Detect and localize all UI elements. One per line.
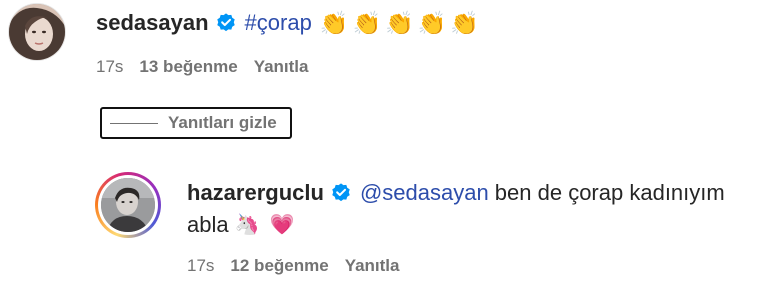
comment-2-meta: 17s 12 beğenme Yanıtla xyxy=(187,256,400,276)
avatar-hazarerguclu[interactable] xyxy=(95,172,161,238)
hide-replies-button[interactable]: Yanıtları gizle xyxy=(100,107,292,139)
unicorn-emoji: 🦄 xyxy=(234,214,260,236)
hide-replies-label: Yanıtları gizle xyxy=(168,113,277,132)
avatar-photo xyxy=(101,178,155,232)
verified-badge-icon xyxy=(330,182,352,204)
avatar-sedasayan[interactable] xyxy=(9,4,65,60)
clap-emoji: 👏 xyxy=(385,9,414,36)
username-sedasayan[interactable]: sedasayan xyxy=(96,10,209,36)
reply-button[interactable]: Yanıtla xyxy=(254,57,309,77)
clap-emoji-group: 👏 👏 👏 👏 👏 xyxy=(319,9,480,36)
comment-2-text-line-2: abla 🦄 💗 xyxy=(187,210,294,240)
clap-emoji: 👏 xyxy=(319,9,349,36)
comment-2-text-line-1: hazarerguclu @sedasayan ben de çorap kad… xyxy=(187,178,725,208)
avatar-photo xyxy=(9,4,65,60)
comment-2-body-continued: abla xyxy=(187,212,229,237)
clap-emoji: 👏 xyxy=(352,9,382,36)
likes-count-button[interactable]: 12 beğenme xyxy=(230,256,328,276)
likes-count-button[interactable]: 13 beğenme xyxy=(139,57,237,77)
heart-emoji: 💗 xyxy=(269,214,295,236)
divider-line xyxy=(110,122,158,124)
username-hazarerguclu[interactable]: hazarerguclu xyxy=(187,180,324,206)
comment-time: 17s xyxy=(187,256,215,275)
reply-button[interactable]: Yanıtla xyxy=(345,256,400,276)
hashtag-link[interactable]: #çorap xyxy=(245,10,312,36)
comment-1-text: sedasayan #çorap 👏 👏 👏 👏 👏 xyxy=(96,8,479,38)
clap-emoji: 👏 xyxy=(417,9,447,36)
comment-1-meta: 17s 13 beğenme Yanıtla xyxy=(96,57,309,77)
verified-badge-icon xyxy=(215,12,237,34)
clap-emoji: 👏 xyxy=(450,9,480,36)
comment-2-body: ben de çorap kadınıyım xyxy=(488,180,725,205)
avatar-ring-gap xyxy=(98,175,158,235)
comment-time: 17s xyxy=(96,57,124,76)
mention-link[interactable]: @sedasayan xyxy=(360,180,489,206)
